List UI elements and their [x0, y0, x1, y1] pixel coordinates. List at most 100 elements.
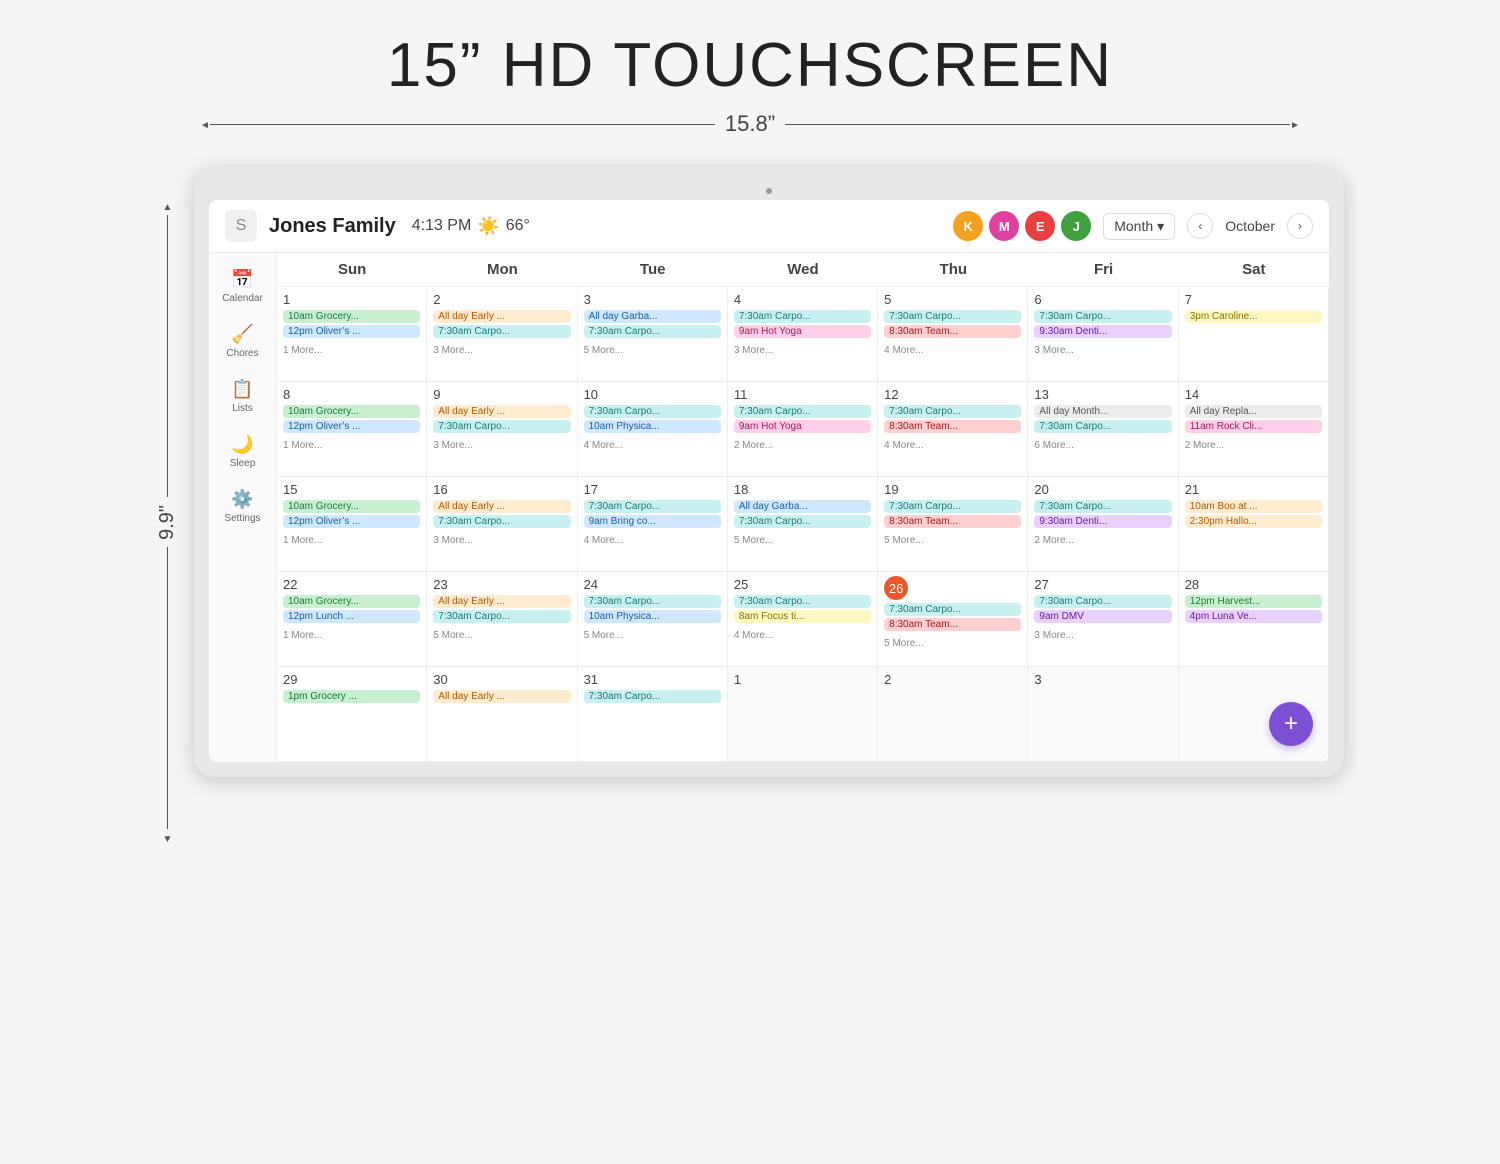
calendar-event[interactable]: 7:30am Carpo... [433, 515, 570, 528]
calendar-event[interactable]: 9am DMV [1034, 610, 1171, 623]
more-events-link[interactable]: 2 More... [734, 440, 773, 451]
view-selector[interactable]: Month ▾ [1103, 213, 1175, 240]
cal-cell[interactable]: 1 [728, 667, 878, 762]
calendar-event[interactable]: 7:30am Carpo... [1034, 310, 1171, 323]
cal-cell[interactable]: 18All day Garba...7:30am Carpo...5 More.… [728, 477, 878, 572]
calendar-event[interactable]: 8:30am Team... [884, 325, 1021, 338]
more-events-link[interactable]: 4 More... [584, 440, 623, 451]
more-events-link[interactable]: 3 More... [433, 440, 472, 451]
sidebar-item-settings[interactable]: ⚙️ Settings [214, 481, 272, 532]
more-events-link[interactable]: 1 More... [283, 630, 322, 641]
calendar-event[interactable]: 7:30am Carpo... [584, 500, 721, 513]
calendar-event[interactable]: 12pm Oliver’s ... [283, 420, 420, 433]
calendar-event[interactable]: 7:30am Carpo... [584, 325, 721, 338]
calendar-event[interactable]: 7:30am Carpo... [884, 500, 1021, 513]
more-events-link[interactable]: 6 More... [1034, 440, 1073, 451]
cal-cell[interactable]: 177:30am Carpo...9am Bring co...4 More..… [578, 477, 728, 572]
more-events-link[interactable]: 5 More... [584, 630, 623, 641]
calendar-event[interactable]: 9am Hot Yoga [734, 420, 871, 433]
more-events-link[interactable]: 4 More... [584, 535, 623, 546]
calendar-event[interactable]: 10am Grocery... [283, 310, 420, 323]
calendar-event[interactable]: 7:30am Carpo... [734, 405, 871, 418]
calendar-event[interactable]: 10am Grocery... [283, 500, 420, 513]
calendar-event[interactable]: 7:30am Carpo... [1034, 420, 1171, 433]
cal-cell[interactable]: 67:30am Carpo...9:30am Denti...3 More... [1028, 287, 1178, 382]
calendar-event[interactable]: 7:30am Carpo... [584, 595, 721, 608]
calendar-event[interactable]: 4pm Luna Ve... [1185, 610, 1322, 623]
calendar-event[interactable]: 12pm Oliver’s ... [283, 325, 420, 338]
calendar-event[interactable]: 9:30am Denti... [1034, 325, 1171, 338]
avatar-m[interactable]: M [989, 211, 1019, 241]
cal-cell[interactable]: 1510am Grocery...12pm Oliver’s ...1 More… [277, 477, 427, 572]
avatar-k[interactable]: K [953, 211, 983, 241]
calendar-event[interactable]: All day Early ... [433, 500, 570, 513]
more-events-link[interactable]: 3 More... [433, 345, 472, 356]
cal-cell[interactable]: 127:30am Carpo...8:30am Team...4 More... [878, 382, 1028, 477]
cal-cell[interactable]: 3 [1028, 667, 1178, 762]
calendar-event[interactable]: 7:30am Carpo... [584, 690, 721, 703]
cal-cell[interactable]: 257:30am Carpo...8am Focus ti...4 More..… [728, 572, 878, 667]
cal-cell[interactable]: 2210am Grocery...12pm Lunch ...1 More... [277, 572, 427, 667]
cal-cell[interactable]: 57:30am Carpo...8:30am Team...4 More... [878, 287, 1028, 382]
more-events-link[interactable]: 2 More... [1185, 440, 1224, 451]
calendar-event[interactable]: 7:30am Carpo... [734, 310, 871, 323]
calendar-event[interactable]: 12pm Harvest... [1185, 595, 1322, 608]
more-events-link[interactable]: 5 More... [884, 638, 923, 649]
more-events-link[interactable]: 1 More... [283, 535, 322, 546]
calendar-event[interactable]: All day Early ... [433, 690, 570, 703]
cal-cell[interactable]: 207:30am Carpo...9:30am Denti...2 More..… [1028, 477, 1178, 572]
cal-cell[interactable]: 110am Grocery...12pm Oliver’s ...1 More.… [277, 287, 427, 382]
cal-cell[interactable]: 267:30am Carpo...8:30am Team...5 More... [878, 572, 1028, 667]
cal-cell[interactable]: 247:30am Carpo...10am Physica...5 More..… [578, 572, 728, 667]
calendar-event[interactable]: 8:30am Team... [884, 515, 1021, 528]
calendar-event[interactable]: 10am Physica... [584, 610, 721, 623]
calendar-event[interactable]: All day Garba... [584, 310, 721, 323]
cal-cell[interactable]: 2812pm Harvest...4pm Luna Ve... [1179, 572, 1329, 667]
calendar-event[interactable]: 9am Hot Yoga [734, 325, 871, 338]
cal-cell[interactable]: 3All day Garba...7:30am Carpo...5 More..… [578, 287, 728, 382]
more-events-link[interactable]: 5 More... [884, 535, 923, 546]
calendar-event[interactable]: 10am Boo at ... [1185, 500, 1322, 513]
add-event-fab[interactable]: + [1269, 702, 1313, 746]
more-events-link[interactable]: 3 More... [734, 345, 773, 356]
calendar-event[interactable]: 7:30am Carpo... [884, 405, 1021, 418]
cal-cell[interactable]: 810am Grocery...12pm Oliver’s ...1 More.… [277, 382, 427, 477]
cal-cell[interactable]: 9All day Early ...7:30am Carpo...3 More.… [427, 382, 577, 477]
calendar-event[interactable]: 7:30am Carpo... [884, 603, 1021, 616]
sidebar-item-calendar[interactable]: 📅 Calendar [214, 261, 272, 312]
more-events-link[interactable]: 3 More... [1034, 345, 1073, 356]
calendar-event[interactable]: 8:30am Team... [884, 420, 1021, 433]
more-events-link[interactable]: 5 More... [433, 630, 472, 641]
cal-cell[interactable]: 2 [878, 667, 1028, 762]
more-events-link[interactable]: 1 More... [283, 345, 322, 356]
calendar-event[interactable]: 3pm Caroline... [1185, 310, 1322, 323]
calendar-event[interactable]: 12pm Oliver’s ... [283, 515, 420, 528]
cal-cell[interactable]: 197:30am Carpo...8:30am Team...5 More... [878, 477, 1028, 572]
more-events-link[interactable]: 4 More... [734, 630, 773, 641]
calendar-event[interactable]: All day Repla... [1185, 405, 1322, 418]
sidebar-item-chores[interactable]: 🧹 Chores [214, 316, 272, 367]
more-events-link[interactable]: 2 More... [1034, 535, 1073, 546]
calendar-event[interactable]: 7:30am Carpo... [433, 610, 570, 623]
calendar-event[interactable]: 8:30am Team... [884, 618, 1021, 631]
calendar-event[interactable]: 7:30am Carpo... [433, 420, 570, 433]
calendar-event[interactable]: All day Early ... [433, 405, 570, 418]
cal-cell[interactable]: 14All day Repla...11am Rock Cli...2 More… [1179, 382, 1329, 477]
nav-next-button[interactable]: › [1287, 213, 1313, 239]
cal-cell[interactable]: 277:30am Carpo...9am DMV3 More... [1028, 572, 1178, 667]
nav-prev-button[interactable]: ‹ [1187, 213, 1213, 239]
calendar-event[interactable]: All day Early ... [433, 310, 570, 323]
more-events-link[interactable]: 3 More... [433, 535, 472, 546]
calendar-event[interactable]: 2:30pm Hallo... [1185, 515, 1322, 528]
cal-cell[interactable]: 30All day Early ... [427, 667, 577, 762]
calendar-event[interactable]: All day Early ... [433, 595, 570, 608]
cal-cell[interactable]: 117:30am Carpo...9am Hot Yoga2 More... [728, 382, 878, 477]
calendar-event[interactable]: 7:30am Carpo... [1034, 500, 1171, 513]
calendar-event[interactable]: 9:30am Denti... [1034, 515, 1171, 528]
more-events-link[interactable]: 5 More... [734, 535, 773, 546]
calendar-event[interactable]: 7:30am Carpo... [584, 405, 721, 418]
cal-cell[interactable]: 2All day Early ...7:30am Carpo...3 More.… [427, 287, 577, 382]
avatar-e[interactable]: E [1025, 211, 1055, 241]
cal-cell[interactable]: 13All day Month...7:30am Carpo...6 More.… [1028, 382, 1178, 477]
calendar-event[interactable]: 1pm Grocery ... [283, 690, 420, 703]
